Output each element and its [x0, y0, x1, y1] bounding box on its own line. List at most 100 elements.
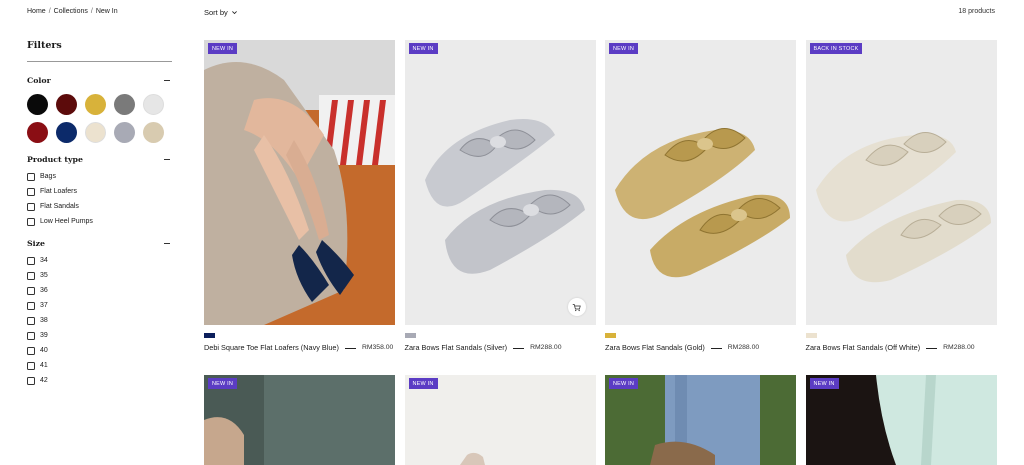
color-swatch[interactable] — [56, 94, 77, 115]
size-option[interactable]: 38 — [27, 313, 172, 328]
color-swatch[interactable] — [27, 94, 48, 115]
product-card[interactable]: BACK IN STOCK Zara Bows Flat Sandals (Of… — [805, 40, 997, 353]
breadcrumb-separator: / — [48, 8, 51, 15]
silver-bow-sandals-image — [404, 40, 596, 325]
quick-add-button[interactable] — [567, 298, 586, 316]
sort-dropdown[interactable]: Sort by — [204, 8, 238, 17]
product-type-option-label: Bags — [40, 173, 56, 180]
size-option-label: 37 — [40, 302, 48, 309]
size-filter-label: Size — [27, 238, 45, 248]
size-option[interactable]: 41 — [27, 358, 172, 373]
color-swatches — [27, 94, 172, 143]
divider — [710, 347, 722, 349]
size-option[interactable]: 35 — [27, 268, 172, 283]
checkbox[interactable] — [27, 331, 35, 340]
color-chip[interactable] — [805, 333, 817, 338]
checkbox[interactable] — [27, 172, 35, 181]
product-card[interactable]: NEW IN — [805, 375, 997, 465]
color-chip[interactable] — [404, 333, 416, 338]
sort-label: Sort by — [204, 8, 228, 17]
product-type-filter-header[interactable]: Product type — [27, 153, 172, 165]
size-option[interactable]: 39 — [27, 328, 172, 343]
chevron-down-icon — [231, 11, 237, 15]
badge-new-in: NEW IN — [208, 43, 238, 54]
checkbox[interactable] — [27, 286, 35, 295]
product-name[interactable]: Zara Bows Flat Sandals (Gold) — [605, 343, 705, 353]
minus-icon — [164, 158, 170, 160]
checkbox[interactable] — [27, 256, 35, 265]
size-option-label: 39 — [40, 332, 48, 339]
product-name[interactable]: Zara Bows Flat Sandals (Off White) — [806, 343, 921, 353]
color-swatch[interactable] — [143, 122, 164, 143]
offwhite-bow-sandals-image — [805, 40, 997, 325]
color-swatch[interactable] — [85, 94, 106, 115]
checkbox[interactable] — [27, 376, 35, 385]
color-swatch[interactable] — [27, 122, 48, 143]
minus-icon — [164, 242, 170, 244]
product-info: Zara Bows Flat Sandals (Gold) RM288.00 — [605, 343, 796, 353]
breadcrumb-collections[interactable]: Collections — [54, 8, 88, 15]
product-type-option-label: Flat Sandals — [40, 203, 79, 210]
checkbox[interactable] — [27, 187, 35, 196]
product-card[interactable]: NEW IN — [404, 375, 596, 465]
checkbox[interactable] — [27, 361, 35, 370]
size-option[interactable]: 40 — [27, 343, 172, 358]
badge-new-in: NEW IN — [408, 43, 438, 54]
product-image[interactable]: NEW IN — [605, 375, 796, 465]
badge-back-in-stock: BACK IN STOCK — [809, 43, 863, 54]
filters-title: Filters — [27, 40, 62, 51]
color-swatch[interactable] — [56, 122, 77, 143]
checkbox[interactable] — [27, 316, 35, 325]
product-card[interactable]: NEW IN Zara Bows Flat Sandals (Silver) R… — [404, 40, 596, 353]
divider — [27, 61, 172, 62]
product-image[interactable]: NEW IN — [204, 375, 395, 465]
size-option[interactable]: 36 — [27, 283, 172, 298]
color-chip[interactable] — [204, 333, 215, 338]
color-swatch[interactable] — [114, 122, 135, 143]
color-swatch[interactable] — [143, 94, 164, 115]
product-type-option[interactable]: Bags — [27, 169, 172, 184]
product-image[interactable]: NEW IN — [605, 40, 796, 325]
color-swatch[interactable] — [114, 94, 135, 115]
color-filter-header[interactable]: Color — [27, 74, 172, 86]
product-type-filter-label: Product type — [27, 154, 83, 164]
product-card[interactable]: NEW IN Debi Square Toe Flat Loafers (Nav… — [204, 40, 395, 353]
checkbox[interactable] — [27, 217, 35, 226]
product-type-option[interactable]: Flat Loafers — [27, 184, 172, 199]
size-option[interactable]: 37 — [27, 298, 172, 313]
cart-icon — [572, 303, 581, 311]
size-option-label: 41 — [40, 362, 48, 369]
badge-new-in: NEW IN — [609, 378, 639, 389]
minus-icon — [164, 79, 170, 81]
product-type-option[interactable]: Flat Sandals — [27, 199, 172, 214]
product-image[interactable]: NEW IN — [805, 375, 997, 465]
product-image[interactable]: NEW IN — [404, 375, 596, 465]
color-swatch[interactable] — [85, 122, 106, 143]
product-info: Zara Bows Flat Sandals (Silver) RM288.00 — [405, 343, 596, 353]
product-name[interactable]: Zara Bows Flat Sandals (Silver) — [405, 343, 508, 353]
breadcrumb-current: New In — [95, 8, 118, 15]
product-name[interactable]: Debi Square Toe Flat Loafers (Navy Blue) — [204, 343, 339, 353]
color-chip[interactable] — [605, 333, 616, 338]
size-option-label: 38 — [40, 317, 48, 324]
breadcrumb-home[interactable]: Home — [27, 8, 46, 15]
product-card[interactable]: NEW IN — [605, 375, 796, 465]
checkbox[interactable] — [27, 346, 35, 355]
checkbox[interactable] — [27, 202, 35, 211]
size-option[interactable]: 42 — [27, 373, 172, 388]
product-card[interactable]: NEW IN Zara Bows Flat Sandals (Gold) RM2… — [605, 40, 796, 353]
product-card[interactable]: NEW IN — [204, 375, 395, 465]
product-image[interactable]: NEW IN — [404, 40, 596, 325]
color-filter-label: Color — [27, 75, 51, 85]
checkbox[interactable] — [27, 271, 35, 280]
product-image[interactable]: NEW IN — [204, 40, 395, 325]
checkbox[interactable] — [27, 301, 35, 310]
product-image[interactable]: BACK IN STOCK — [805, 40, 997, 325]
product-type-option[interactable]: Low Heel Pumps — [27, 214, 172, 229]
badge-new-in: NEW IN — [408, 378, 438, 389]
product-price: RM288.00 — [727, 344, 760, 351]
size-filter-header[interactable]: Size — [27, 237, 172, 249]
size-option[interactable]: 34 — [27, 253, 172, 268]
badge-new-in: NEW IN — [208, 378, 238, 389]
size-option-label: 35 — [40, 272, 48, 279]
